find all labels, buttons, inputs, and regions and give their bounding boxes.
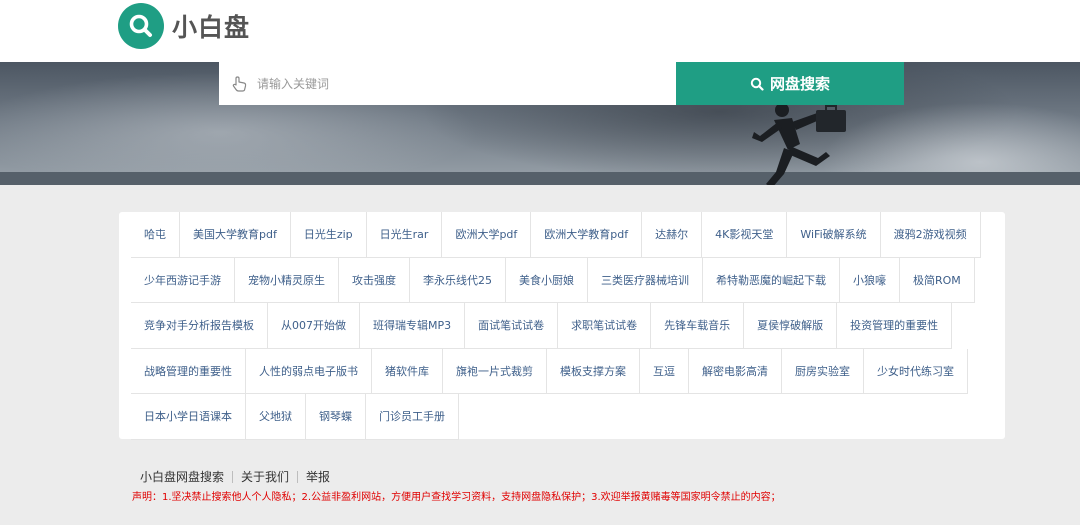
keyword-tag[interactable]: 达赫尔 [642,212,703,258]
search-button[interactable]: 网盘搜索 [676,62,904,105]
keyword-tag[interactable]: 攻击强度 [339,257,410,303]
footer-link-about[interactable]: 关于我们 [233,468,297,485]
site-name: 小白盘 [172,13,251,42]
keyword-tag[interactable]: 李永乐线代25 [410,257,506,303]
keyword-tag[interactable]: 父地狱 [246,394,306,440]
keyword-tag[interactable]: 钢琴蝶 [306,394,366,440]
keyword-tag[interactable]: 4K影视天堂 [702,212,788,258]
keyword-tag[interactable]: 从007开始做 [268,303,360,349]
keyword-tag[interactable]: 模板支撑方案 [547,348,640,394]
logo-search-icon [118,3,164,49]
businessman-silhouette [752,103,846,185]
search-input[interactable] [257,68,657,99]
hot-keywords-panel: 哈屯 美国大学教育pdf 日光生zip 日光生rar 欧洲大学pdf 欧洲大学教育pdf 达… [119,212,1005,440]
keyword-tag[interactable]: 人性的弱点电子版书 [246,348,372,394]
keyword-tag[interactable]: 厨房实验室 [782,348,864,394]
search-button-label: 网盘搜索 [769,75,830,93]
keyword-tag[interactable]: 战略管理的重要性 [131,348,246,394]
keyword-tag[interactable]: 少女时代练习室 [864,348,968,394]
keyword-tag[interactable]: 宠物小精灵原生 [235,257,339,303]
site-logo[interactable]: 小白盘 [118,3,250,49]
disclaimer-notice: 声明：1.坚决禁止搜索他人个人隐私；2.公益非盈利网站，方便用户查找学习资料，支… [132,492,781,503]
keyword-tag[interactable]: 门诊员工手册 [366,394,459,440]
keyword-tag[interactable]: 先锋车载音乐 [651,303,745,349]
footer-links: 小白盘网盘搜索 关于我们 举报 [132,468,338,485]
keyword-tag[interactable]: 投资管理的重要性 [837,303,953,349]
keyword-tag[interactable]: 希特勒恶魔的崛起下载 [703,257,840,303]
keyword-tag[interactable]: 竞争对手分析报告模板 [131,303,268,349]
hot-keywords-list: 哈屯 美国大学教育pdf 日光生zip 日光生rar 欧洲大学pdf 欧洲大学教育pdf 达… [131,212,991,440]
keyword-tag[interactable]: 旗袍一片式裁剪 [443,348,547,394]
keyword-tag[interactable]: 欧洲大学pdf [442,212,532,258]
hand-icon [229,73,251,95]
search-bar [219,62,676,105]
keyword-tag[interactable]: 猪软件库 [372,348,443,394]
keyword-tag[interactable]: 美国大学教育pdf [180,212,291,258]
keyword-tag[interactable]: 求职笔试试卷 [558,303,652,349]
site-header: 小白盘 [0,0,1080,62]
keyword-tag[interactable]: 日本小学日语课本 [131,394,246,440]
search-icon [750,77,764,91]
keyword-tag[interactable]: WiFi破解系统 [787,212,881,258]
keyword-tag[interactable]: 小狼嚎 [840,257,900,303]
footer-link-home[interactable]: 小白盘网盘搜索 [132,468,232,485]
keyword-tag[interactable]: 班得瑞专辑MP3 [360,303,466,349]
keyword-tag[interactable]: 少年西游记手游 [131,257,235,303]
keyword-tag[interactable]: 日光生zip [290,212,367,258]
keyword-tag[interactable]: 日光生rar [366,212,443,258]
keyword-tag[interactable]: 三类医疗器械培训 [588,257,703,303]
keyword-tag[interactable]: 互逗 [640,348,689,394]
keyword-tag[interactable]: 美食小厨娘 [506,257,588,303]
keyword-tag[interactable]: 面试笔试试卷 [465,303,559,349]
keyword-tag[interactable]: 哈屯 [131,212,180,258]
keyword-tag[interactable]: 解密电影高清 [689,348,782,394]
keyword-tag[interactable]: 夏侯惇破解版 [744,303,838,349]
footer-link-report[interactable]: 举报 [298,468,338,485]
keyword-tag[interactable]: 渡鸦2游戏视频 [880,212,981,258]
keyword-tag[interactable]: 欧洲大学教育pdf [531,212,643,258]
keyword-tag[interactable]: 极简ROM [900,257,975,303]
